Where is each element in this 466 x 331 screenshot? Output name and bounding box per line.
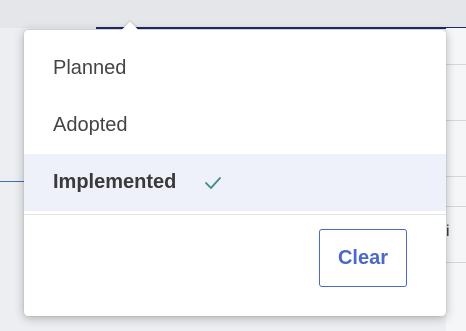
background-active-underline [96, 27, 466, 29]
background-blue-line [0, 181, 24, 182]
option-label: Planned [53, 57, 127, 79]
option-label: Implemented [53, 171, 177, 193]
background-table-edge [446, 28, 466, 331]
option-planned[interactable]: Planned [24, 40, 446, 97]
checkmark-icon [204, 176, 222, 190]
filter-options-list: Planned Adopted Implemented [24, 40, 446, 211]
option-label: Adopted [53, 114, 128, 136]
background-cell-text: i [446, 223, 450, 240]
clear-button[interactable]: Clear [319, 229, 407, 287]
option-adopted[interactable]: Adopted [24, 97, 446, 154]
option-implemented[interactable]: Implemented [24, 154, 446, 211]
status-filter-dropdown: Planned Adopted Implemented Clear [24, 21, 446, 316]
dropdown-divider [24, 214, 446, 215]
background-header-strip [0, 0, 466, 28]
